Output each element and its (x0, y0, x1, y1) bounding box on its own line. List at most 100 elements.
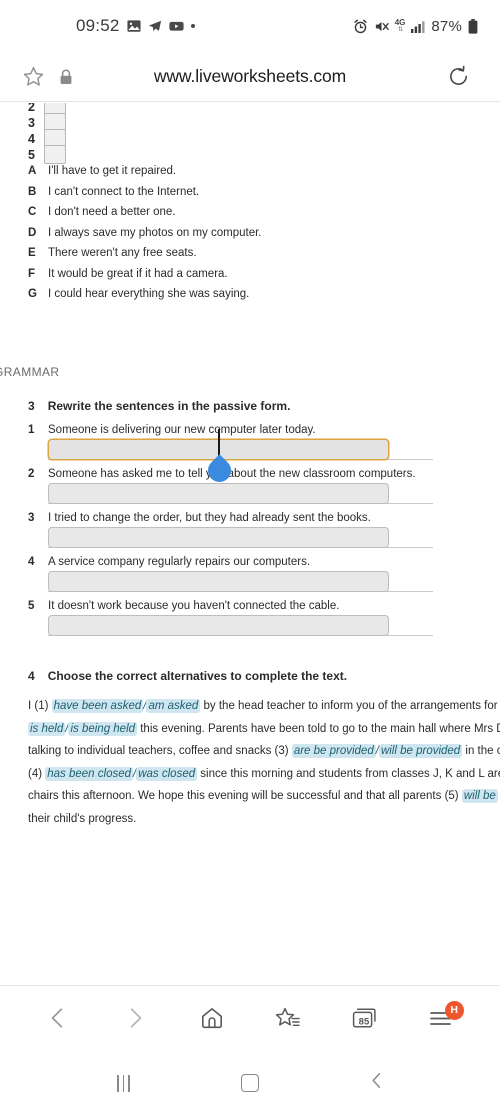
dot-indicator (190, 24, 195, 28)
battery-percent: 87% (431, 17, 462, 35)
chevron-right-icon (122, 1005, 148, 1036)
clock: 09:52 (76, 16, 120, 35)
list-item: D I always save my photos on my computer… (0, 227, 420, 239)
option-letter: E (28, 247, 36, 259)
exercise-4-line: chairs this afternoon. We hope this even… (28, 785, 500, 808)
alternative-option[interactable]: will be provided (378, 744, 463, 758)
matching-row-number: 3 (28, 116, 35, 130)
gallery-icon (126, 19, 141, 33)
exercise-heading: Choose the correct alternatives to compl… (47, 669, 348, 683)
tab-count-label: 85 (358, 1015, 370, 1027)
list-item: C I don't need a better one. (0, 206, 420, 218)
exercise-number: 3 (28, 399, 35, 413)
volume-mute-icon (374, 19, 389, 34)
matching-row: 2 (0, 103, 200, 116)
list-item: E There weren't any free seats. (0, 247, 420, 259)
answer-slot (48, 615, 448, 640)
menu-button[interactable]: H (418, 997, 466, 1045)
browser-bottom-nav: 85 H (0, 985, 500, 1055)
battery-icon (468, 18, 478, 34)
exercise-3: 3 Rewrite the sentences in the passive f… (0, 399, 500, 644)
back-button[interactable] (34, 997, 82, 1045)
answer-slot (48, 571, 448, 596)
youtube-icon (168, 19, 184, 33)
recents-icon (116, 1074, 130, 1092)
menu-badge: H (444, 1000, 464, 1020)
option-letter: C (28, 206, 37, 218)
bookmarks-button[interactable] (264, 997, 312, 1045)
status-bar: 09:52 4G ⇅ 87% (0, 0, 500, 52)
answer-slot (48, 483, 448, 508)
body-text: their child's progress. (28, 812, 137, 825)
recents-button[interactable] (95, 1063, 151, 1103)
system-home-button[interactable] (222, 1063, 278, 1103)
list-item: A I'll have to get it repaired. (0, 165, 420, 177)
exercise-4-line: their child's progress. (28, 808, 500, 831)
body-text: this evening. Parents have been told to … (137, 722, 500, 735)
answer-input-2[interactable] (48, 483, 389, 504)
alternative-option[interactable]: are be provided (291, 744, 376, 758)
exercise-4: 4 Choose the correct alternatives to com… (0, 669, 500, 830)
question-text: It doesn't work because you haven't conn… (48, 600, 340, 612)
option-text: I don't need a better one. (48, 206, 176, 218)
android-system-nav (0, 1055, 500, 1111)
question-number: 4 (28, 556, 35, 568)
question-row: 3 I tried to change the order, but they … (0, 512, 500, 524)
answer-slot (48, 429, 448, 487)
alternative-option[interactable]: will be (461, 789, 498, 803)
url-bar-left-icons (0, 65, 120, 88)
option-text: I always save my photos on my computer. (48, 226, 262, 239)
alternative-option[interactable]: is being held (68, 721, 138, 736)
alarm-icon (353, 19, 368, 34)
home-icon (199, 1005, 225, 1036)
matching-row-number: 4 (28, 132, 35, 146)
matching-answer-boxes: 2 3 4 5 (0, 103, 200, 164)
chevron-left-icon (45, 1005, 71, 1036)
matching-input[interactable] (44, 145, 66, 164)
alternative-option[interactable]: was closed (136, 766, 198, 781)
exercise-4-text[interactable]: I (1) have been asked / am asked by the he… (0, 695, 500, 830)
option-text: I could hear everything she was saying. (48, 288, 250, 300)
answer-option-list: A I'll have to get it repaired. B I can'… (0, 165, 420, 309)
question-row: 1 Someone is delivering our new computer… (0, 424, 500, 436)
home-button[interactable] (188, 997, 236, 1045)
worksheet-page[interactable]: 2 3 4 5 A I'll have to get it repaired. (0, 103, 500, 985)
exercise-heading: Rewrite the sentences in the passive for… (47, 399, 291, 413)
url-text[interactable]: www.liveworksheets.com (120, 66, 380, 87)
alternative-option[interactable]: is held (28, 721, 66, 736)
section-label-grammar: GRAMMAR (0, 365, 60, 379)
reload-icon[interactable] (447, 65, 470, 88)
matching-row-number: 5 (28, 148, 35, 162)
body-text: in the ca (465, 745, 500, 757)
browser-url-bar[interactable]: www.liveworksheets.com (0, 52, 500, 102)
option-text: I can't connect to the Internet. (48, 185, 200, 198)
answer-input-3[interactable] (48, 527, 389, 548)
question-row: 4 A service company regularly repairs ou… (0, 556, 500, 568)
answer-input-5[interactable] (48, 615, 389, 636)
back-chevron-icon (367, 1071, 386, 1095)
body-text: (4) (28, 767, 46, 780)
answer-input-4[interactable] (48, 571, 389, 592)
list-item: B I can't connect to the Internet. (0, 186, 420, 198)
forward-button[interactable] (111, 997, 159, 1045)
status-bar-left: 09:52 (76, 16, 195, 36)
alternative-option[interactable]: have been asked (51, 699, 144, 713)
option-letter: D (28, 226, 37, 239)
star-outline-icon[interactable] (22, 65, 45, 88)
star-list-icon (275, 1005, 301, 1036)
tabs-button[interactable]: 85 (341, 997, 389, 1045)
exercise-4-line: is held / is being held this evening. Pare… (28, 718, 500, 741)
matching-row: 3 (0, 113, 200, 132)
exercise-3-title: 3 Rewrite the sentences in the passive f… (0, 399, 500, 413)
network-type-indicator: 4G ⇅ (394, 18, 406, 34)
question-number: 2 (28, 468, 35, 480)
option-letter: G (28, 288, 37, 300)
url-bar-right-icons (380, 65, 500, 88)
alternative-option[interactable]: has been closed (45, 766, 134, 781)
body-text: chairs this afternoon. We hope this even… (28, 790, 462, 802)
lock-icon[interactable] (59, 69, 73, 85)
alternative-option[interactable]: am asked (146, 699, 201, 713)
system-back-button[interactable] (349, 1063, 405, 1103)
signal-bars-icon (411, 20, 425, 33)
status-bar-right: 4G ⇅ 87% (353, 18, 478, 35)
